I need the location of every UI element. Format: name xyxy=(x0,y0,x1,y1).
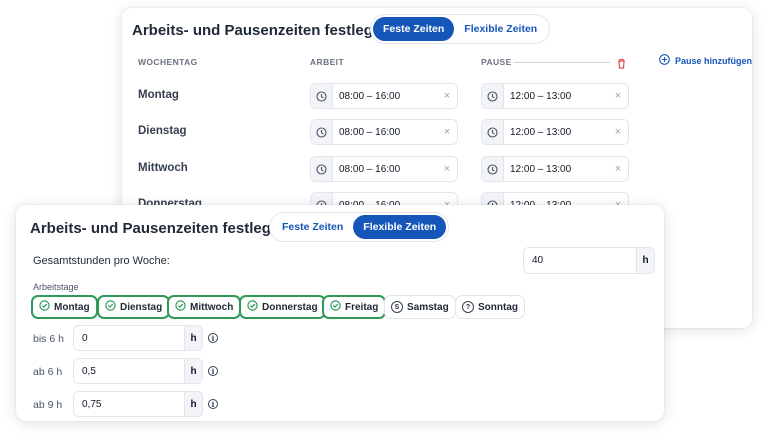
tab-fixed-times[interactable]: Feste Zeiten xyxy=(373,17,455,41)
threshold-value: 0,5 xyxy=(82,365,96,377)
work-time-value: 08:00 – 16:00 xyxy=(339,126,401,138)
column-header-pause: PAUSE xyxy=(481,57,512,67)
day-chip-label: Sonntag xyxy=(478,301,518,313)
clock-icon xyxy=(482,157,504,181)
flex-card-mode-toggle: Feste Zeiten Flexible Zeiten xyxy=(269,212,450,242)
circle-question-icon: ? xyxy=(462,301,474,313)
clear-icon[interactable]: × xyxy=(437,90,457,102)
day-chip-label: Dienstag xyxy=(120,301,163,313)
day-chip-label: Donnerstag xyxy=(262,301,318,313)
unit-suffix: h xyxy=(184,359,202,383)
work-time-value: 08:00 – 16:00 xyxy=(339,90,401,102)
clear-icon[interactable]: × xyxy=(608,126,628,138)
threshold-label: ab 9 h xyxy=(33,399,63,411)
day-chip-label: Mittwoch xyxy=(190,301,234,313)
threshold-value: 0,75 xyxy=(82,398,102,410)
day-chip-dienstag[interactable]: Dienstag xyxy=(97,295,171,319)
pause-time-field[interactable]: 12:00 – 13:00 × xyxy=(481,156,629,182)
tab-flexible-times[interactable]: Flexible Zeiten xyxy=(353,215,447,239)
day-chip-mittwoch[interactable]: Mittwoch xyxy=(167,295,242,319)
unit-suffix: h xyxy=(636,248,654,273)
clock-icon xyxy=(311,84,333,108)
pause-time-field[interactable]: 12:00 – 13:00 × xyxy=(481,83,629,109)
weekly-hours-value: 40 xyxy=(532,255,544,266)
check-circle-icon xyxy=(105,300,116,314)
day-chip-donnerstag[interactable]: Donnerstag xyxy=(239,295,326,319)
info-icon[interactable]: i xyxy=(208,399,218,409)
work-time-field[interactable]: 08:00 – 16:00 × xyxy=(310,156,458,182)
pause-time-value: 12:00 – 13:00 xyxy=(510,163,572,175)
clock-icon xyxy=(311,120,333,144)
weekly-hours-input[interactable]: 40 h xyxy=(523,247,655,274)
clock-icon xyxy=(482,120,504,144)
column-header-weekday: WOCHENTAG xyxy=(138,57,198,67)
threshold-input[interactable]: 0,5 h xyxy=(73,358,203,384)
threshold-input[interactable]: 0 h xyxy=(73,325,203,351)
clear-icon[interactable]: × xyxy=(608,90,628,102)
day-chip-freitag[interactable]: Freitag xyxy=(322,295,387,319)
clock-icon xyxy=(311,157,333,181)
day-chip-label: Montag xyxy=(54,301,90,313)
workdays-label: Arbeitstage xyxy=(33,282,79,292)
info-icon[interactable]: i xyxy=(208,366,218,376)
pause-time-value: 12:00 – 13:00 xyxy=(510,90,572,102)
clear-icon[interactable]: × xyxy=(437,126,457,138)
threshold-label: bis 6 h xyxy=(33,333,64,345)
threshold-input[interactable]: 0,75 h xyxy=(73,391,203,417)
add-pause-button[interactable]: Pause hinzufügen xyxy=(659,54,752,67)
add-pause-label: Pause hinzufügen xyxy=(675,55,752,66)
day-chip-label: Freitag xyxy=(345,301,379,313)
plus-circle-icon xyxy=(659,54,670,67)
check-circle-icon xyxy=(175,300,186,314)
info-icon[interactable]: i xyxy=(208,333,218,343)
work-time-value: 08:00 – 16:00 xyxy=(339,163,401,175)
flex-card-title: Arbeits- und Pausenzeiten festlegen xyxy=(30,220,289,237)
check-circle-icon xyxy=(39,300,50,314)
pause-time-field[interactable]: 12:00 – 13:00 × xyxy=(481,119,629,145)
weekday-label: Dienstag xyxy=(138,125,187,137)
check-circle-icon xyxy=(247,300,258,314)
threshold-value: 0 xyxy=(82,332,88,344)
fixed-card-title: Arbeits- und Pausenzeiten festlegen xyxy=(132,22,391,39)
pause-header-divider xyxy=(514,62,610,63)
tab-flexible-times[interactable]: Flexible Zeiten xyxy=(454,17,547,41)
flexible-times-card: Arbeits- und Pausenzeiten festlegen Fest… xyxy=(16,205,664,421)
unit-suffix: h xyxy=(184,326,202,350)
unit-suffix: h xyxy=(184,392,202,416)
day-chip-montag[interactable]: Montag xyxy=(31,295,98,319)
circle-letter-icon: S xyxy=(391,301,403,313)
check-circle-icon xyxy=(330,300,341,314)
tab-fixed-times[interactable]: Feste Zeiten xyxy=(272,215,353,239)
day-chip-samstag[interactable]: S Samstag xyxy=(384,295,456,319)
work-time-field[interactable]: 08:00 – 16:00 × xyxy=(310,119,458,145)
weekly-hours-label: Gesamtstunden pro Woche: xyxy=(33,255,170,267)
clock-icon xyxy=(482,84,504,108)
weekday-label: Mittwoch xyxy=(138,162,188,174)
clear-icon[interactable]: × xyxy=(437,163,457,175)
weekday-label: Montag xyxy=(138,89,179,101)
work-time-field[interactable]: 08:00 – 16:00 × xyxy=(310,83,458,109)
day-chip-label: Samstag xyxy=(407,301,449,313)
trash-icon[interactable] xyxy=(617,56,626,74)
pause-time-value: 12:00 – 13:00 xyxy=(510,126,572,138)
clear-icon[interactable]: × xyxy=(608,163,628,175)
threshold-label: ab 6 h xyxy=(33,366,63,378)
column-header-work: ARBEIT xyxy=(310,57,345,67)
fixed-card-mode-toggle: Feste Zeiten Flexible Zeiten xyxy=(370,14,551,44)
day-chip-sonntag[interactable]: ? Sonntag xyxy=(455,295,525,319)
